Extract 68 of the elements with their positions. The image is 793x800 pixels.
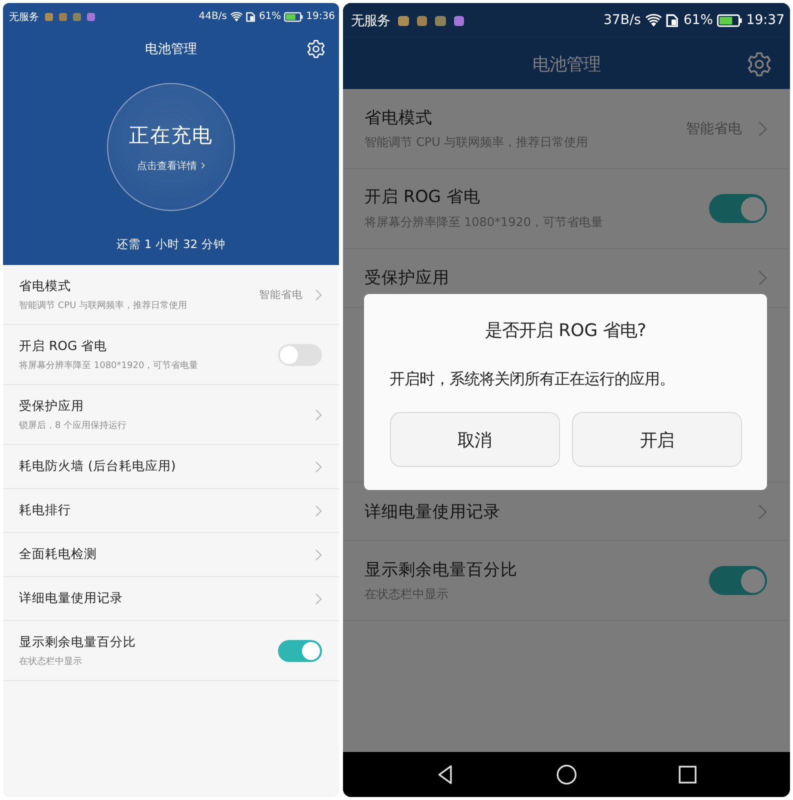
row-subtitle: 锁屏后，8 个应用保持运行 xyxy=(19,420,128,432)
battery-icon xyxy=(716,14,742,28)
battery-percent: 61% xyxy=(683,13,713,28)
settings-row[interactable]: 耗电防火墙 (后台耗电应用) xyxy=(3,445,339,489)
row-title: 省电模式 xyxy=(19,278,72,294)
row-subtitle: 在状态栏中显示 xyxy=(19,656,83,668)
chevron-icon xyxy=(201,162,205,169)
chevron-icon xyxy=(315,408,322,420)
chevron-icon xyxy=(758,270,768,286)
chevron-icon xyxy=(315,592,322,604)
battery-percent: 61% xyxy=(258,11,282,22)
row-title: 显示剩余电量百分比 xyxy=(364,558,518,581)
row-title: 省电模式 xyxy=(364,106,434,129)
clock-time: 19:37 xyxy=(746,13,785,28)
row-subtitle: 将屏幕分辨率降至 1080*1920，可节省电量 xyxy=(19,360,200,372)
network-speed: 44B/s xyxy=(198,11,227,22)
row-subtitle: 智能调节 CPU 与联网频率，推荐日常使用 xyxy=(19,300,188,312)
wifi-icon xyxy=(230,12,243,22)
dialog-message: 开启时，系统将关闭所有正在运行的应用。 xyxy=(390,368,675,390)
chevron-icon xyxy=(315,548,322,560)
settings-row[interactable]: 全面耗电检测 xyxy=(3,533,339,577)
row-title: 开启 ROG 省电 xyxy=(19,338,108,354)
settings-row[interactable]: 省电模式 智能调节 CPU 与联网频率，推荐日常使用 智能省电 xyxy=(3,265,339,325)
wifi-icon xyxy=(644,14,662,28)
charging-status: 正在充电 xyxy=(129,122,213,148)
row-title: 受保护应用 xyxy=(19,398,85,414)
screen-title: 电池管理 xyxy=(145,41,197,58)
row-title: 显示剩余电量百分比 xyxy=(19,634,137,650)
chevron-icon xyxy=(758,504,768,520)
dialog-button[interactable]: 取消 xyxy=(390,412,560,467)
home-icon[interactable] xyxy=(556,764,578,786)
details-link[interactable]: 点击查看详情 xyxy=(137,158,205,172)
chevron-icon xyxy=(315,460,322,472)
toggle-switch[interactable] xyxy=(278,640,322,662)
row-title: 受保护应用 xyxy=(364,266,450,289)
charging-circle[interactable]: 正在充电 点击查看详情 xyxy=(107,83,235,211)
carrier-text: 无服务 xyxy=(350,12,390,30)
remaining-time: 还需 1 小时 32 分钟 xyxy=(116,237,226,252)
recents-icon[interactable] xyxy=(676,764,698,786)
network-speed: 37B/s xyxy=(603,13,641,28)
battery-icon xyxy=(284,12,304,22)
clock-time: 19:36 xyxy=(306,11,335,22)
row-title: 详细电量使用记录 xyxy=(19,590,124,607)
settings-icon[interactable] xyxy=(306,39,326,59)
dialog-title: 是否开启 ROG 省电? xyxy=(485,320,646,342)
row-title: 开启 ROG 省电 xyxy=(364,186,482,208)
dialog-button[interactable]: 开启 xyxy=(572,412,742,467)
row-value: 智能省电 xyxy=(259,288,303,302)
sim-card-icon xyxy=(246,12,256,22)
toggle-switch[interactable] xyxy=(708,194,768,224)
screen-title: 电池管理 xyxy=(532,54,600,76)
settings-row[interactable]: 显示剩余电量百分比 在状态栏中显示 xyxy=(3,621,339,681)
settings-row[interactable]: 详细电量使用记录 xyxy=(3,577,339,621)
settings-icon[interactable] xyxy=(746,50,773,78)
toggle-switch[interactable] xyxy=(708,566,768,596)
row-title: 耗电排行 xyxy=(19,502,72,519)
sim-card-icon xyxy=(666,14,680,28)
row-title: 全面耗电检测 xyxy=(19,546,98,563)
settings-row[interactable]: 开启 ROG 省电 将屏幕分辨率降至 1080*1920，可节省电量 xyxy=(3,325,339,385)
settings-row[interactable]: 受保护应用 锁屏后，8 个应用保持运行 xyxy=(3,385,339,445)
carrier-text: 无服务 xyxy=(9,10,39,24)
chevron-icon xyxy=(315,504,322,516)
row-title: 详细电量使用记录 xyxy=(364,500,502,523)
settings-row[interactable]: 耗电排行 xyxy=(3,489,339,533)
row-title: 耗电防火墙 (后台耗电应用) xyxy=(19,458,177,475)
chevron-icon xyxy=(758,120,768,137)
chevron-icon xyxy=(315,288,322,300)
toggle-switch[interactable] xyxy=(278,344,322,366)
